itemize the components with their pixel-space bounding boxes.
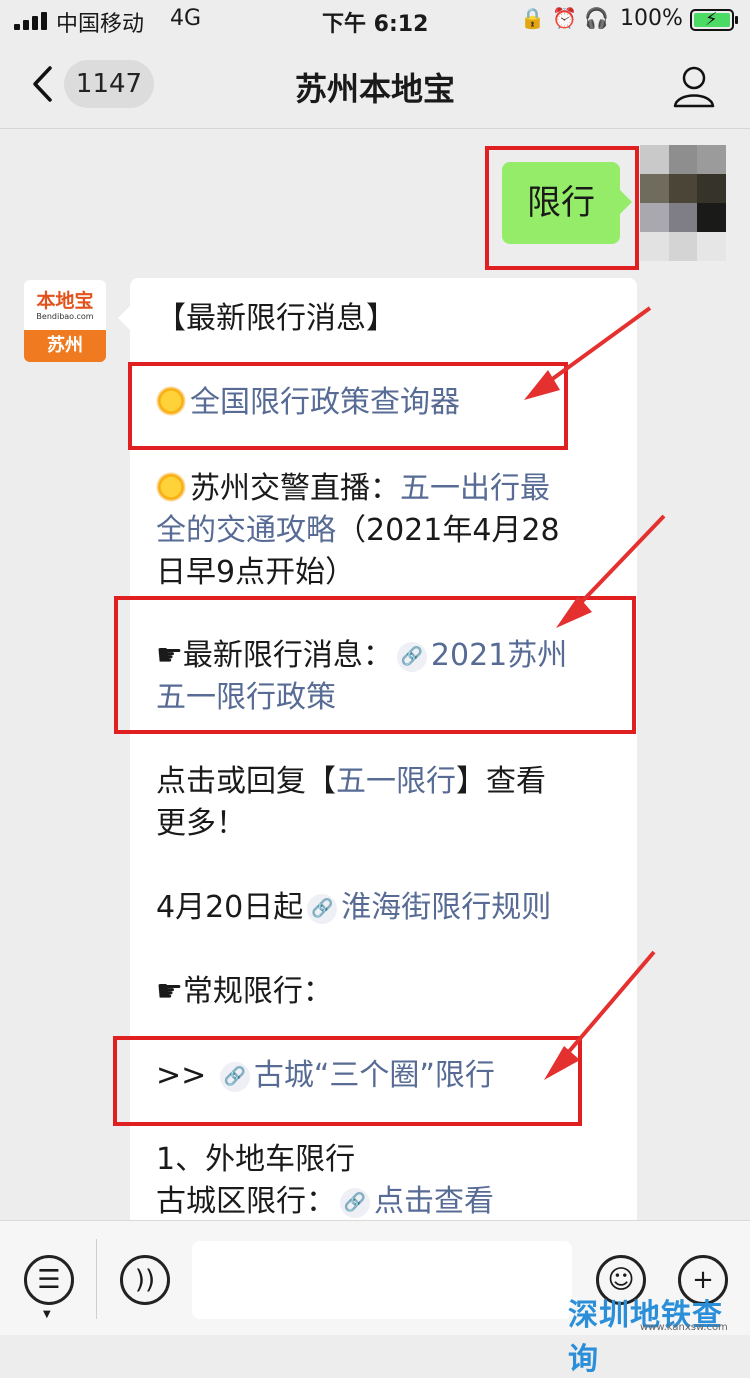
watermark-url: www.kanxsw.com (640, 1322, 728, 1333)
divider (96, 1239, 97, 1319)
message-input[interactable] (192, 1241, 572, 1319)
menu-list-icon[interactable]: ☰ (24, 1255, 74, 1305)
watermark-text: 深圳地铁查询 (568, 1298, 723, 1377)
annotation-arrows (524, 306, 666, 1080)
menu-caret-icon: ▼ (43, 1309, 51, 1320)
voice-icon[interactable]: )) (120, 1255, 170, 1305)
